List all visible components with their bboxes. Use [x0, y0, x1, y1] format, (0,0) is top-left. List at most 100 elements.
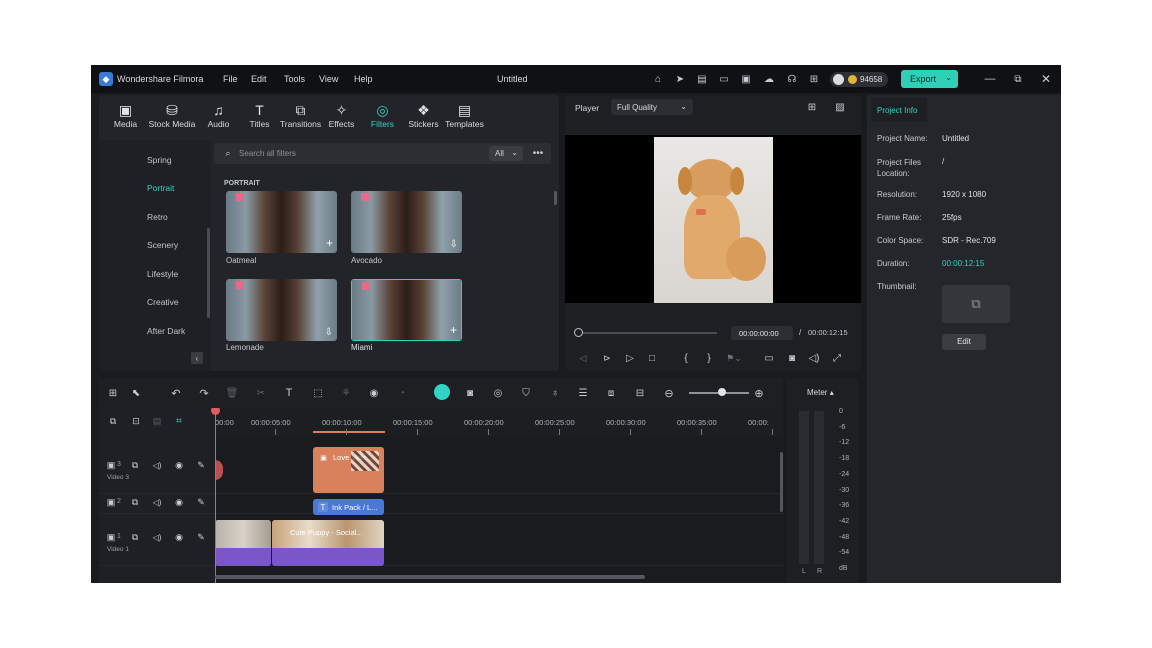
filter-card-avocado[interactable]: ⇩ — [351, 191, 462, 253]
scrubber-handle[interactable] — [574, 328, 583, 337]
restore-icon[interactable]: ⧉ — [1011, 72, 1025, 86]
category-after-dark[interactable]: After Dark — [147, 326, 185, 336]
previous-frame-icon[interactable]: ◁ — [577, 352, 589, 364]
redo-icon[interactable]: ↷ — [197, 386, 211, 400]
shield-icon[interactable]: ⛉ — [519, 386, 533, 400]
save-icon[interactable]: ▣ — [739, 72, 753, 86]
cloud-icon[interactable]: ☁ — [762, 72, 776, 86]
filter-card-miami[interactable]: + — [351, 279, 462, 341]
folder-icon[interactable]: ⧉ — [129, 459, 141, 471]
search-input[interactable]: Search all filters — [239, 149, 296, 158]
tab-effects[interactable]: ✧ Effects — [321, 101, 362, 141]
pip-icon[interactable]: ⧈ — [604, 386, 618, 400]
select-tool-icon[interactable]: ⬉ — [129, 386, 143, 400]
category-lifestyle[interactable]: Lifestyle — [147, 269, 178, 279]
filter-search-bar[interactable]: ⌕ Search all filters All ⌄ ••• — [214, 143, 551, 164]
category-retro[interactable]: Retro — [147, 212, 168, 222]
microphone-icon[interactable]: ♁ — [548, 386, 562, 400]
apps-icon[interactable]: ⊞ — [807, 72, 821, 86]
camera-record-icon[interactable]: ◙ — [463, 386, 477, 400]
gift-icon[interactable]: ⌂ — [651, 72, 665, 86]
grid-view-icon[interactable]: ⊞ — [805, 101, 819, 113]
tab-filters[interactable]: ◎ Filters — [362, 101, 403, 141]
mark-out-icon[interactable]: } — [703, 352, 715, 364]
delete-icon[interactable]: 🗑 — [225, 386, 239, 400]
display-icon[interactable]: ▭ — [763, 352, 775, 364]
thumbnail-placeholder[interactable]: ⧉ — [942, 285, 1010, 323]
track-mute-icon[interactable]: ◁) — [151, 459, 163, 471]
link-icon[interactable]: ⊡ — [129, 415, 143, 427]
snapshot-view-icon[interactable]: ▨ — [833, 101, 847, 113]
menu-help[interactable]: Help — [354, 74, 373, 84]
category-creative[interactable]: Creative — [147, 297, 179, 307]
text-icon[interactable]: T — [282, 386, 296, 400]
clip-video1-main[interactable]: Cute Puppy - Social... — [272, 520, 384, 566]
split-icon[interactable]: ⊟ — [633, 386, 647, 400]
timeline-vscrollbar[interactable] — [780, 452, 783, 512]
minimize-icon[interactable]: — — [983, 72, 997, 86]
collapse-left-icon[interactable]: ‹ — [191, 352, 203, 364]
volume-icon[interactable]: ◁) — [808, 352, 820, 364]
clip-video1-a[interactable] — [215, 520, 271, 566]
download-icon[interactable]: ⇩ — [450, 239, 458, 250]
filter-card-oatmeal[interactable]: + — [226, 191, 337, 253]
play-icon[interactable]: ▷ — [624, 352, 636, 364]
timeline-hscrollbar[interactable] — [215, 575, 645, 579]
eye-icon[interactable]: ◉ — [173, 459, 185, 471]
clip-love-video[interactable]: ▣ Love Vide... — [313, 447, 384, 493]
zoom-slider-handle[interactable] — [718, 388, 726, 396]
step-forward-icon[interactable]: ⊳ — [601, 352, 613, 364]
close-icon[interactable]: ✕ — [1039, 72, 1053, 86]
lock-icon[interactable]: ✎ — [195, 496, 207, 508]
filters-scrollbar[interactable] — [554, 191, 557, 205]
lock-icon[interactable]: ✎ — [195, 531, 207, 543]
current-timecode[interactable]: 00:00:00:00 — [731, 326, 793, 340]
marker-icon[interactable]: ⚑⌄ — [725, 352, 743, 364]
tab-titles[interactable]: T Titles — [239, 101, 280, 141]
thumbnail-edit-button[interactable]: Edit — [942, 334, 986, 350]
quality-dropdown[interactable]: Full Quality ⌄ — [611, 99, 693, 115]
tab-stock-media[interactable]: ⛁ Stock Media — [146, 101, 198, 141]
zoom-in-icon[interactable]: ⊕ — [752, 386, 766, 400]
tab-transitions[interactable]: ⧉ Transitions — [280, 101, 321, 141]
eye-icon[interactable]: ◉ — [173, 496, 185, 508]
menu-view[interactable]: View — [319, 74, 338, 84]
stop-icon[interactable]: □ — [646, 352, 658, 364]
crop-icon[interactable]: ⬚ — [311, 386, 325, 400]
add-icon[interactable]: + — [450, 323, 457, 337]
clip-ink-pack[interactable]: T Ink Pack / L... — [313, 499, 384, 515]
snap-icon[interactable]: ⌗ — [173, 415, 185, 427]
group-icon[interactable]: ▤ — [151, 415, 163, 427]
color-icon[interactable]: ⚘ — [339, 386, 353, 400]
ai-icon[interactable]: ◉ — [367, 386, 381, 400]
speed-icon[interactable]: ◔ — [395, 386, 409, 400]
tab-templates[interactable]: ▤ Templates — [444, 101, 485, 141]
tab-project-info[interactable]: Project Info — [871, 98, 927, 122]
filter-type-dropdown[interactable]: All ⌄ — [489, 146, 523, 161]
folder-icon[interactable]: ⧉ — [129, 531, 141, 543]
menu-edit[interactable]: Edit — [251, 74, 267, 84]
tab-media[interactable]: ▣ Media — [105, 101, 146, 141]
monitor-icon[interactable]: ▭ — [717, 72, 731, 86]
record-icon[interactable]: ◎ — [491, 386, 505, 400]
camera-icon[interactable]: ◙ — [786, 352, 798, 364]
playback-scrubber[interactable] — [577, 332, 717, 334]
track-mute-icon[interactable]: ◁) — [151, 496, 163, 508]
export-button[interactable]: Export ⌄ — [901, 70, 958, 88]
category-spring[interactable]: Spring — [147, 155, 172, 165]
mark-in-icon[interactable]: { — [680, 352, 692, 364]
credits-badge[interactable]: 94658 — [830, 72, 888, 87]
category-scenery[interactable]: Scenery — [147, 240, 178, 250]
category-portrait[interactable]: Portrait — [147, 183, 174, 193]
filter-card-lemonade[interactable]: ⇩ — [226, 279, 337, 341]
layout-icon[interactable]: ⊞ — [106, 386, 120, 400]
tab-stickers[interactable]: ❖ Stickers — [403, 101, 444, 141]
add-track-icon[interactable]: ⧉ — [107, 415, 119, 427]
add-icon[interactable]: + — [326, 236, 333, 250]
category-scrollbar[interactable] — [207, 228, 210, 318]
download-icon[interactable]: ⇩ — [325, 327, 333, 338]
folder-icon[interactable]: ⧉ — [129, 496, 141, 508]
headset-icon[interactable]: ☊ — [785, 72, 799, 86]
zoom-out-icon[interactable]: ⊖ — [662, 386, 676, 400]
track-mute-icon[interactable]: ◁) — [151, 531, 163, 543]
